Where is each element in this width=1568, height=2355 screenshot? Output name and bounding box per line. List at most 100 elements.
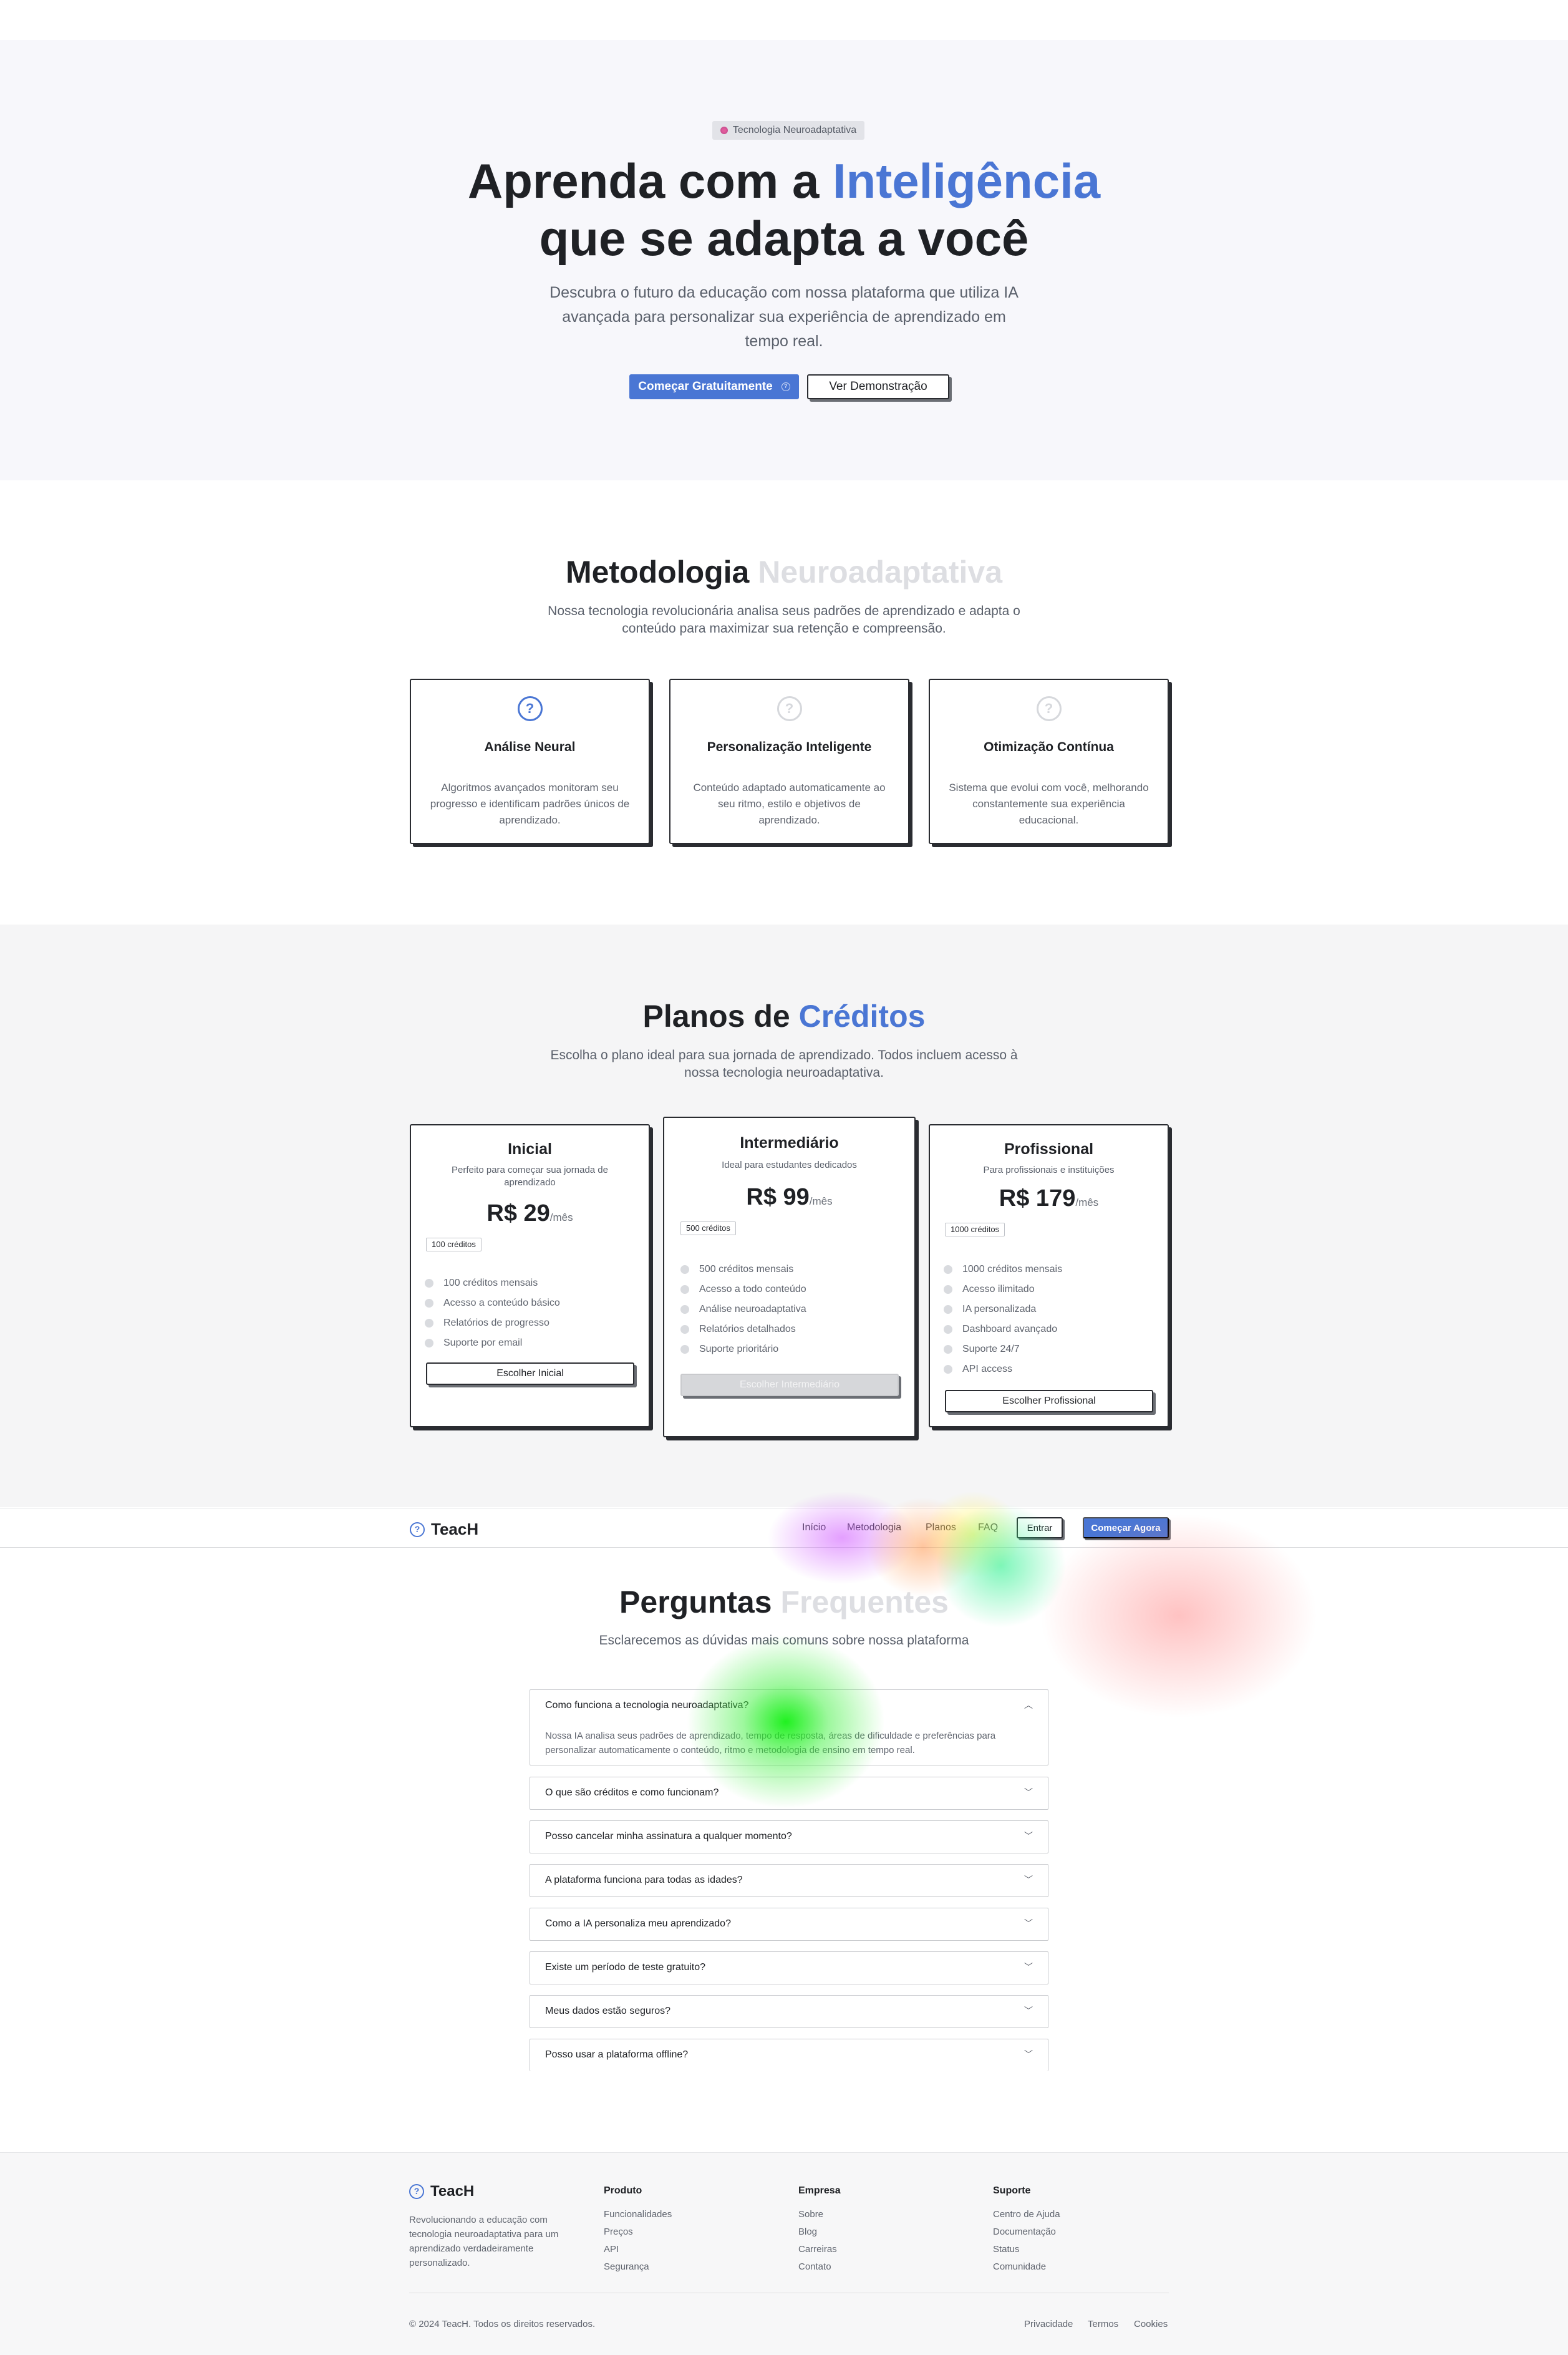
feature-card-neural: ? Análise Neural Algoritmos avançados mo… [410, 679, 650, 844]
faq-question: Posso usar a plataforma offline? [545, 2049, 689, 2060]
plan-feature-list: 100 créditos mensais Acesso a conteúdo b… [425, 1276, 560, 1356]
chevron-up-icon: ︿ [1024, 1700, 1033, 1710]
faq-item[interactable]: Posso cancelar minha assinatura a qualqu… [530, 1820, 1048, 1853]
nav-link-planos[interactable]: Planos [926, 1522, 956, 1533]
start-free-button[interactable]: Começar Gratuitamente ? [629, 374, 799, 399]
choose-intermediario-button[interactable]: Escolher Intermediário [680, 1374, 899, 1396]
plan-description: Para profissionais e instituições [983, 1165, 1115, 1175]
brain-icon [720, 127, 728, 134]
plan-price-period: /mês [549, 1211, 573, 1223]
faq-question: A plataforma funciona para todas as idad… [545, 1875, 743, 1885]
footer-link[interactable]: Blog [798, 2226, 837, 2244]
footer-link[interactable]: Funcionalidades [604, 2209, 672, 2226]
help-circle-icon: ? [517, 696, 543, 721]
plan-feature: Análise neuroadaptativa [680, 1303, 806, 1323]
plan-feature-list: 1000 créditos mensais Acesso ilimitado I… [944, 1263, 1062, 1382]
faq-item[interactable]: A plataforma funciona para todas as idad… [530, 1864, 1048, 1897]
help-circle-icon: ? [409, 2184, 424, 2199]
chevron-down-icon: ﹀ [1024, 2049, 1033, 2059]
plan-price: R$ 179/mês [930, 1185, 1168, 1212]
footer-link[interactable]: Comunidade [993, 2261, 1060, 2279]
footer-link[interactable]: API [604, 2244, 672, 2261]
plan-feature: Dashboard avançado [944, 1323, 1062, 1343]
footer-copyright: © 2024 TeacH. Todos os direitos reservad… [409, 2319, 596, 2329]
footer-column-title: Produto [604, 2185, 642, 2196]
footer-link-privacy[interactable]: Privacidade [1024, 2319, 1073, 2329]
hero-section: Tecnologia Neuroadaptativa Aprenda com a… [0, 40, 1568, 480]
nav-link-metodologia[interactable]: Metodologia [847, 1522, 901, 1533]
faq-item[interactable]: Posso usar a plataforma offline? ﹀ [530, 2039, 1048, 2071]
plan-price-period: /mês [1075, 1197, 1099, 1208]
footer-column-title: Suporte [993, 2185, 1031, 2196]
footer-links-suporte: Centro de Ajuda Documentação Status Comu… [993, 2209, 1060, 2279]
feature-text: Conteúdo adaptado automaticamente ao seu… [693, 782, 886, 826]
credits-badge: 100 créditos [426, 1238, 482, 1251]
faq-item[interactable]: Como a IA personaliza meu aprendizado? ﹀ [530, 1908, 1048, 1941]
plan-description: Ideal para estudantes dedicados [722, 1160, 857, 1170]
faq-subtitle: Esclarecemos as dúvidas mais comuns sobr… [599, 1633, 969, 1648]
help-circle-icon: ? [777, 696, 802, 721]
footer-link-terms[interactable]: Termos [1088, 2319, 1118, 2329]
feature-title: Análise Neural [484, 740, 576, 754]
footer-link[interactable]: Carreiras [798, 2244, 837, 2261]
plans-subtitle: Escolha o plano ideal para sua jornada d… [550, 1048, 1018, 1080]
feature-text: Algoritmos avançados monitoram seu progr… [430, 782, 630, 826]
faq-question: Posso cancelar minha assinatura a qualqu… [545, 1831, 792, 1842]
faq-item[interactable]: Meus dados estão seguros? ﹀ [530, 1995, 1048, 2028]
nav-link-faq[interactable]: FAQ [978, 1522, 998, 1533]
footer-link[interactable]: Preços [604, 2226, 672, 2244]
nav-link-inicio[interactable]: Início [802, 1522, 826, 1533]
plan-name: Profissional [1004, 1140, 1094, 1158]
faq-item[interactable]: Existe um período de teste gratuito? ﹀ [530, 1951, 1048, 1984]
plan-description: Perfeito para começar sua jornada de apr… [452, 1165, 608, 1188]
footer-link[interactable]: Segurança [604, 2261, 672, 2279]
faq-item-open[interactable]: Como funciona a tecnologia neuroadaptati… [530, 1689, 1048, 1765]
footer-link[interactable]: Centro de Ajuda [993, 2209, 1060, 2226]
faq-question: Como funciona a tecnologia neuroadaptati… [545, 1700, 749, 1711]
get-started-button[interactable]: Começar Agora [1083, 1517, 1169, 1538]
methodology-subtitle: Nossa tecnologia revolucionária analisa … [548, 604, 1020, 636]
chevron-down-icon: ﹀ [1024, 1918, 1033, 1928]
feature-card-optimization: ? Otimização Contínua Sistema que evolui… [929, 679, 1169, 844]
feature-title: Personalização Inteligente [707, 740, 872, 754]
chevron-down-icon: ﹀ [1024, 1831, 1033, 1841]
help-circle-icon: ? [410, 1522, 425, 1537]
footer-link-cookies[interactable]: Cookies [1134, 2319, 1168, 2329]
footer-brand-logo[interactable]: ? TeacH [409, 2183, 474, 2200]
plan-card-inicial: Inicial Perfeito para começar sua jornad… [410, 1124, 650, 1427]
chevron-down-icon: ﹀ [1024, 2006, 1033, 2016]
plan-feature: Relatórios detalhados [680, 1323, 806, 1343]
footer-link[interactable]: Sobre [798, 2209, 837, 2226]
feature-text: Sistema que evolui com você, melhorando … [949, 782, 1149, 826]
plan-price-value: R$ 179 [999, 1185, 1076, 1211]
methodology-section: Metodologia Neuroadaptativa Nossa tecnol… [0, 480, 1568, 925]
footer-link[interactable]: Documentação [993, 2226, 1060, 2244]
hero-title-accent: Inteligência [833, 153, 1101, 208]
plan-feature: Acesso a todo conteúdo [680, 1283, 806, 1303]
faq-item[interactable]: O que são créditos e como funcionam? ﹀ [530, 1777, 1048, 1810]
hero-title: Aprenda com a Inteligência que se adapta… [0, 152, 1568, 267]
footer-link[interactable]: Contato [798, 2261, 837, 2279]
hero-badge-label: Tecnologia Neuroadaptativa [732, 125, 857, 135]
choose-profissional-button[interactable]: Escolher Profissional [945, 1390, 1153, 1412]
feature-card-personalization: ? Personalização Inteligente Conteúdo ad… [669, 679, 909, 844]
plan-name: Inicial [508, 1140, 552, 1158]
plan-price-period: /mês [809, 1195, 833, 1207]
credits-badge: 500 créditos [680, 1221, 736, 1235]
view-demo-button[interactable]: Ver Demonstração [807, 374, 949, 399]
hero-subtitle: Descubra o futuro da educação com nossa … [549, 284, 1019, 350]
footer-link[interactable]: Status [993, 2244, 1060, 2261]
footer-description: Revolucionando a educação com tecnologia… [409, 2215, 559, 2268]
plan-price-value: R$ 99 [746, 1184, 810, 1210]
hero-title-part1: Aprenda com a [467, 153, 833, 208]
top-navigation: ? TeacH Início Metodologia Planos FAQ En… [0, 1508, 1568, 1548]
login-button[interactable]: Entrar [1017, 1517, 1063, 1538]
faq-section: Perguntas Frequentes Esclarecemos as dúv… [0, 1548, 1568, 2152]
chevron-down-icon: ﹀ [1024, 1962, 1033, 1972]
choose-inicial-button[interactable]: Escolher Inicial [426, 1362, 634, 1385]
plan-feature: Acesso a conteúdo básico [425, 1296, 560, 1316]
plan-feature: Acesso ilimitado [944, 1283, 1062, 1303]
help-circle-icon: ? [781, 382, 790, 391]
plan-card-profissional: Profissional Para profissionais e instit… [929, 1124, 1169, 1427]
brand-logo[interactable]: ? TeacH [410, 1520, 478, 1539]
